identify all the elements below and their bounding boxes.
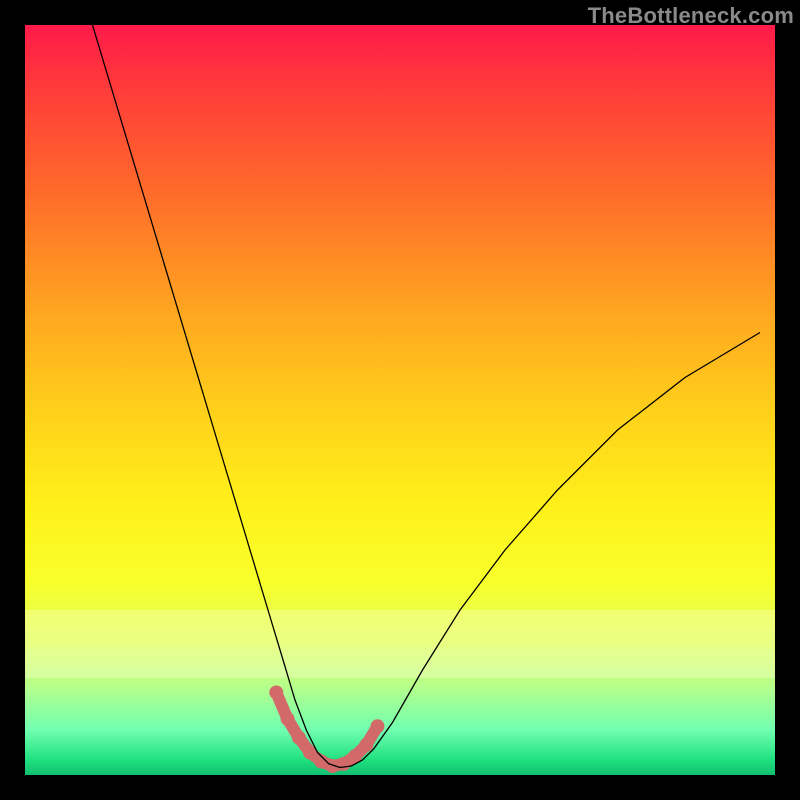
highlight-dot	[371, 719, 385, 733]
plot-area	[25, 25, 775, 775]
chart-svg	[25, 25, 775, 775]
chart-frame: TheBottleneck.com	[0, 0, 800, 800]
highlight-dot	[269, 686, 283, 700]
watermark-text: TheBottleneck.com	[588, 3, 794, 29]
highlight-dot	[359, 738, 373, 752]
highlight-dot	[281, 712, 295, 726]
highlight-dots	[269, 686, 384, 774]
highlight-segment	[276, 693, 377, 767]
highlight-dot	[292, 731, 306, 745]
bottleneck-curve	[93, 25, 761, 768]
